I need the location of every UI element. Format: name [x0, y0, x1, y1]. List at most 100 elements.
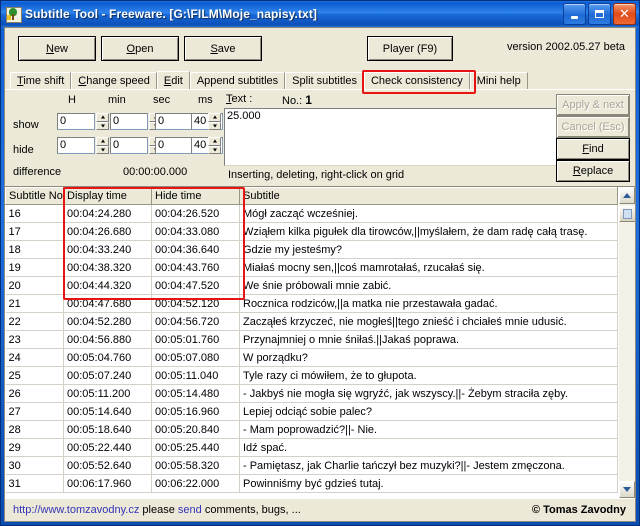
cell-subtitle-no[interactable]: 31 [5, 474, 64, 493]
table-row[interactable]: 27 00:05:14.640 00:05:16.960 Lepiej odciąć … [5, 402, 618, 421]
new-button[interactable]: New [18, 36, 96, 61]
cell-display-time[interactable]: 00:05:11.200 [63, 384, 152, 403]
table-row[interactable]: 21 00:04:47.680 00:04:52.120 Rocznica rodzi… [5, 294, 618, 313]
cell-hide-time[interactable]: 00:05:58.320 [151, 456, 240, 475]
header-hide-time[interactable]: Hide time [151, 187, 240, 205]
cell-subtitle-no[interactable]: 16 [5, 204, 64, 223]
tab-mini-help[interactable]: Mini help [469, 72, 528, 89]
cell-hide-time[interactable]: 00:05:20.840 [151, 420, 240, 439]
cell-hide-time[interactable]: 00:05:25.440 [151, 438, 240, 457]
cell-display-time[interactable]: 00:06:17.960 [63, 474, 152, 493]
hide-seconds-input[interactable]: 0 [155, 137, 193, 154]
table-row[interactable]: 17 00:04:26.680 00:04:33.080 Wziąłem kilka … [5, 222, 618, 241]
cell-display-time[interactable]: 00:04:47.680 [63, 294, 152, 313]
cell-hide-time[interactable]: 00:05:01.760 [151, 330, 240, 349]
cell-subtitle-text[interactable]: Rocznica rodziców,||a matka nie przestaw… [239, 294, 618, 313]
cell-subtitle-no[interactable]: 29 [5, 438, 64, 457]
show-hours-input[interactable]: 0 [57, 113, 95, 130]
cell-hide-time[interactable]: 00:04:47.520 [151, 276, 240, 295]
cell-subtitle-no[interactable]: 30 [5, 456, 64, 475]
cell-subtitle-text[interactable]: Zacząłeś krzyczeć, nie mogłeś||tego znie… [239, 312, 618, 331]
table-row[interactable]: 25 00:05:07.240 00:05:11.040 Tyle razy ci m… [5, 366, 618, 385]
scroll-down-icon[interactable] [619, 481, 635, 498]
cell-subtitle-no[interactable]: 24 [5, 348, 64, 367]
table-row[interactable]: 28 00:05:18.640 00:05:20.840- Mam poprowad… [5, 420, 618, 439]
hide-hours-input[interactable]: 0 [57, 137, 95, 154]
cell-hide-time[interactable]: 00:04:26.520 [151, 204, 240, 223]
cell-subtitle-no[interactable]: 23 [5, 330, 64, 349]
show-ms-spinner[interactable] [208, 113, 221, 130]
header-display-time[interactable]: Display time [63, 187, 152, 205]
hide-minutes-input[interactable]: 0 [110, 137, 148, 154]
cell-display-time[interactable]: 00:04:33.240 [63, 240, 152, 259]
cell-subtitle-text[interactable]: Gdzie my jesteśmy? [239, 240, 618, 259]
tab-edit[interactable]: Edit [156, 71, 190, 90]
cell-display-time[interactable]: 00:04:26.680 [63, 222, 152, 241]
table-row[interactable]: 23 00:04:56.880 00:05:01.760 Przynajmniej o… [5, 330, 618, 349]
cell-subtitle-text[interactable]: Przynajmniej o mnie śniłaś.||Jakaś popra… [239, 330, 618, 349]
header-subtitle-no[interactable]: Subtitle No [5, 187, 64, 205]
table-row[interactable]: 18 00:04:33.240 00:04:36.640 Gdzie my jeste… [5, 240, 618, 259]
cell-display-time[interactable]: 00:04:56.880 [63, 330, 152, 349]
cell-subtitle-text[interactable]: - Mam poprowadzić?||- Nie. [239, 420, 618, 439]
cell-display-time[interactable]: 00:05:04.760 [63, 348, 152, 367]
tab-check-consistency[interactable]: Check consistency [363, 72, 470, 89]
cancel-esc-button[interactable]: Cancel (Esc) [556, 116, 630, 138]
cell-subtitle-no[interactable]: 20 [5, 276, 64, 295]
subtitle-text-input[interactable]: 25.000 [224, 108, 560, 166]
cell-hide-time[interactable]: 00:04:33.080 [151, 222, 240, 241]
cell-subtitle-text[interactable]: Mógł zacząć wcześniej. [239, 204, 618, 223]
cell-subtitle-no[interactable]: 22 [5, 312, 64, 331]
find-button[interactable]: Find [556, 138, 630, 160]
scroll-up-icon[interactable] [619, 187, 635, 204]
open-button[interactable]: Open [101, 36, 179, 61]
cell-subtitle-text[interactable]: - Jakbyś nie mogła się wgryźć, jak wszys… [239, 384, 618, 403]
table-row[interactable]: 22 00:04:52.280 00:04:56.720 Zacząłeś krzyc… [5, 312, 618, 331]
cell-display-time[interactable]: 00:04:44.320 [63, 276, 152, 295]
website-link[interactable]: http://www.tomzavodny.cz [13, 504, 139, 516]
cell-hide-time[interactable]: 00:05:11.040 [151, 366, 240, 385]
send-link[interactable]: send [178, 504, 202, 516]
table-row[interactable]: 26 00:05:11.200 00:05:14.480- Jakbyś nie m… [5, 384, 618, 403]
table-row[interactable]: 20 00:04:44.320 00:04:47.520 We śnie próbow… [5, 276, 618, 295]
cell-subtitle-text[interactable]: Lepiej odciąć sobie palec? [239, 402, 618, 421]
maximize-button[interactable] [588, 3, 611, 25]
cell-subtitle-no[interactable]: 19 [5, 258, 64, 277]
apply-next-button[interactable]: Apply & next [556, 94, 630, 116]
cell-display-time[interactable]: 00:05:52.640 [63, 456, 152, 475]
cell-subtitle-no[interactable]: 18 [5, 240, 64, 259]
cell-hide-time[interactable]: 00:05:14.480 [151, 384, 240, 403]
cell-subtitle-text[interactable]: W porządku? [239, 348, 618, 367]
table-row[interactable]: 31 00:06:17.960 00:06:22.000 Powinniśmy być… [5, 474, 618, 493]
cell-display-time[interactable]: 00:04:24.280 [63, 204, 152, 223]
cell-hide-time[interactable]: 00:04:36.640 [151, 240, 240, 259]
table-row[interactable]: 16 00:04:24.280 00:04:26.520 Mógł zacząć wc… [5, 204, 618, 223]
show-minutes-input[interactable]: 0 [110, 113, 148, 130]
tab-time-shift[interactable]: Time shift [10, 72, 72, 89]
replace-button[interactable]: Replace [556, 160, 630, 182]
cell-hide-time[interactable]: 00:05:16.960 [151, 402, 240, 421]
show-seconds-input[interactable]: 0 [155, 113, 193, 130]
cell-display-time[interactable]: 00:04:52.280 [63, 312, 152, 331]
scrollbar-track[interactable] [619, 204, 635, 481]
cell-display-time[interactable]: 00:04:38.320 [63, 258, 152, 277]
cell-hide-time[interactable]: 00:04:43.760 [151, 258, 240, 277]
scrollbar-thumb[interactable] [619, 206, 635, 222]
cell-hide-time[interactable]: 00:06:22.000 [151, 474, 240, 493]
cell-display-time[interactable]: 00:05:22.440 [63, 438, 152, 457]
cell-hide-time[interactable]: 00:05:07.080 [151, 348, 240, 367]
cell-hide-time[interactable]: 00:04:52.120 [151, 294, 240, 313]
close-button[interactable]: ✕ [613, 3, 636, 25]
cell-subtitle-text[interactable]: Idź spać. [239, 438, 618, 457]
cell-subtitle-text[interactable]: Tyle razy ci mówiłem, że to głupota. [239, 366, 618, 385]
cell-subtitle-no[interactable]: 28 [5, 420, 64, 439]
hide-hours-spinner[interactable] [96, 137, 109, 154]
cell-display-time[interactable]: 00:05:18.640 [63, 420, 152, 439]
cell-subtitle-no[interactable]: 26 [5, 384, 64, 403]
tab-append-subtitles[interactable]: Append subtitles [189, 72, 286, 89]
cell-subtitle-no[interactable]: 27 [5, 402, 64, 421]
cell-display-time[interactable]: 00:05:07.240 [63, 366, 152, 385]
table-row[interactable]: 29 00:05:22.440 00:05:25.440 Idź spać. [5, 438, 618, 457]
header-subtitle-text[interactable]: Subtitle [239, 187, 618, 205]
cell-subtitle-no[interactable]: 17 [5, 222, 64, 241]
